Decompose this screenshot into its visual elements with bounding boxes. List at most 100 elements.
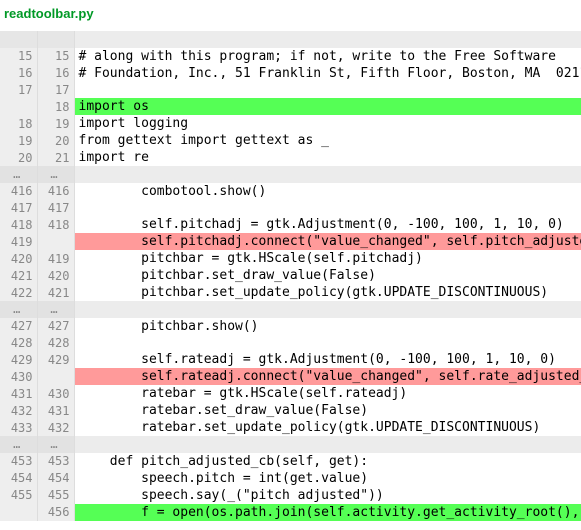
old-line-number xyxy=(0,504,37,521)
new-line-number: 418 xyxy=(37,216,74,233)
old-line-number: 419 xyxy=(0,233,37,250)
code-cell: self.rateadj.connect("value_changed", se… xyxy=(74,368,581,385)
new-line-number: 428 xyxy=(37,335,74,352)
code-cell xyxy=(74,301,581,318)
new-line-number: 454 xyxy=(37,470,74,487)
new-line-number: 21 xyxy=(37,149,74,166)
code-cell: self.rateadj = gtk.Adjustment(0, -100, 1… xyxy=(74,351,581,368)
code-cell xyxy=(74,31,581,48)
new-line-number: 20 xyxy=(37,132,74,149)
diff-line: 456 f = open(os.path.join(self.activity.… xyxy=(0,504,581,521)
hunk-separator: …… xyxy=(0,301,581,318)
diff-line: 454454 speech.pitch = int(get.value) xyxy=(0,470,581,487)
new-line-number: 432 xyxy=(37,419,74,436)
diff-line: 1717 xyxy=(0,82,581,99)
diff-line: 453453 def pitch_adjusted_cb(self, get): xyxy=(0,453,581,470)
diff-line: 427427 pitchbar.show() xyxy=(0,318,581,335)
old-line-number: 428 xyxy=(0,335,37,352)
code-cell: f = open(os.path.join(self.activity.get_… xyxy=(74,504,581,521)
new-line-number: 18 xyxy=(37,98,74,115)
old-line-number: 416 xyxy=(0,183,37,200)
new-line-number: 420 xyxy=(37,267,74,284)
old-line-number: 16 xyxy=(0,65,37,82)
hunk-separator: …… xyxy=(0,436,581,453)
code-cell: speech.say(_("pitch adjusted")) xyxy=(74,487,581,504)
diff-line: 1616# Foundation, Inc., 51 Franklin St, … xyxy=(0,65,581,82)
diff-line: 420419 pitchbar = gtk.HScale(self.pitcha… xyxy=(0,250,581,267)
new-line-number: 15 xyxy=(37,48,74,65)
old-line-number: 17 xyxy=(0,82,37,99)
old-line-number: 455 xyxy=(0,487,37,504)
old-line-number xyxy=(0,31,37,48)
code-cell xyxy=(74,82,581,99)
code-cell: from gettext import gettext as _ xyxy=(74,132,581,149)
old-line-number: 18 xyxy=(0,115,37,132)
new-line-number: 455 xyxy=(37,487,74,504)
code-cell: import os xyxy=(74,98,581,115)
new-line-number: … xyxy=(37,301,74,318)
diff-line: 2021import re xyxy=(0,149,581,166)
code-cell xyxy=(74,166,581,183)
new-line-number: 427 xyxy=(37,318,74,335)
old-line-number: 421 xyxy=(0,267,37,284)
new-line-number: 456 xyxy=(37,504,74,521)
old-line-number: 20 xyxy=(0,149,37,166)
diff-line: 419 self.pitchadj.connect("value_changed… xyxy=(0,233,581,250)
diff-line: 416416 combotool.show() xyxy=(0,183,581,200)
code-cell: speech.pitch = int(get.value) xyxy=(74,470,581,487)
diff-table: 1515# along with this program; if not, w… xyxy=(0,31,581,521)
new-line-number: 431 xyxy=(37,402,74,419)
code-cell: ratebar.set_update_policy(gtk.UPDATE_DIS… xyxy=(74,419,581,436)
new-line-number: 16 xyxy=(37,65,74,82)
code-cell: combotool.show() xyxy=(74,183,581,200)
code-cell: # Foundation, Inc., 51 Franklin St, Fift… xyxy=(74,65,581,82)
old-line-number: 430 xyxy=(0,368,37,385)
hunk-separator: …… xyxy=(0,166,581,183)
code-cell: def pitch_adjusted_cb(self, get): xyxy=(74,453,581,470)
old-line-number: 431 xyxy=(0,385,37,402)
code-cell xyxy=(74,200,581,217)
code-cell: pitchbar = gtk.HScale(self.pitchadj) xyxy=(74,250,581,267)
old-line-number: 417 xyxy=(0,200,37,217)
new-line-number: 419 xyxy=(37,250,74,267)
code-cell: self.pitchadj.connect("value_changed", s… xyxy=(74,233,581,250)
diff-line: 18import os xyxy=(0,98,581,115)
filename-heading: readtoolbar.py xyxy=(0,0,581,31)
old-line-number: 420 xyxy=(0,250,37,267)
code-cell: pitchbar.set_draw_value(False) xyxy=(74,267,581,284)
old-line-number xyxy=(0,98,37,115)
diff-line: 429429 self.rateadj = gtk.Adjustment(0, … xyxy=(0,351,581,368)
new-line-number: … xyxy=(37,436,74,453)
old-line-number: 427 xyxy=(0,318,37,335)
new-line-number: 19 xyxy=(37,115,74,132)
diff-line: 422421 pitchbar.set_update_policy(gtk.UP… xyxy=(0,284,581,301)
new-line-number: 417 xyxy=(37,200,74,217)
new-line-number: 416 xyxy=(37,183,74,200)
diff-line: 1920from gettext import gettext as _ xyxy=(0,132,581,149)
code-cell: ratebar = gtk.HScale(self.rateadj) xyxy=(74,385,581,402)
code-cell: # along with this program; if not, write… xyxy=(74,48,581,65)
new-line-number: 421 xyxy=(37,284,74,301)
diff-line: 418418 self.pitchadj = gtk.Adjustment(0,… xyxy=(0,216,581,233)
new-line-number: 430 xyxy=(37,385,74,402)
diff-line: 432431 ratebar.set_draw_value(False) xyxy=(0,402,581,419)
code-cell: pitchbar.show() xyxy=(74,318,581,335)
diff-line: 417417 xyxy=(0,200,581,217)
old-line-number: 454 xyxy=(0,470,37,487)
code-cell: ratebar.set_draw_value(False) xyxy=(74,402,581,419)
old-line-number: 453 xyxy=(0,453,37,470)
old-line-number: 418 xyxy=(0,216,37,233)
old-line-number: 432 xyxy=(0,402,37,419)
code-cell xyxy=(74,436,581,453)
code-cell: pitchbar.set_update_policy(gtk.UPDATE_DI… xyxy=(74,284,581,301)
old-line-number: … xyxy=(0,301,37,318)
diff-line: 433432 ratebar.set_update_policy(gtk.UPD… xyxy=(0,419,581,436)
diff-line: 421420 pitchbar.set_draw_value(False) xyxy=(0,267,581,284)
code-cell: self.pitchadj = gtk.Adjustment(0, -100, … xyxy=(74,216,581,233)
old-line-number: 19 xyxy=(0,132,37,149)
code-cell: import re xyxy=(74,149,581,166)
new-line-number: … xyxy=(37,166,74,183)
code-cell xyxy=(74,335,581,352)
diff-line: 430 self.rateadj.connect("value_changed"… xyxy=(0,368,581,385)
diff-line: 1515# along with this program; if not, w… xyxy=(0,48,581,65)
